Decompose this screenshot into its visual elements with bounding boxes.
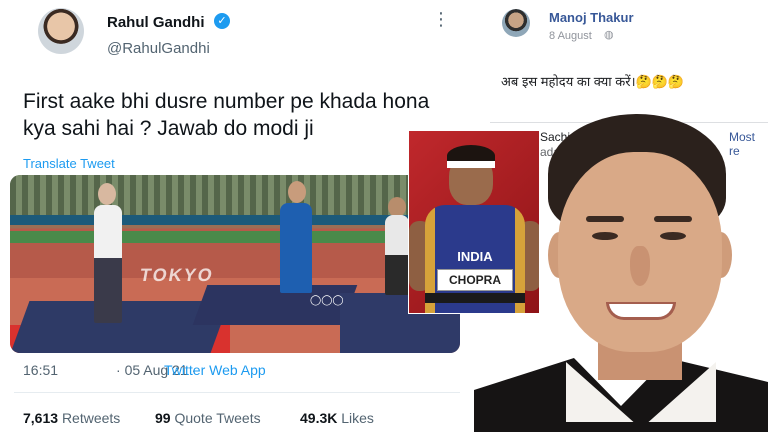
verified-badge-icon: ✓ [214, 13, 230, 29]
portrait-nose [630, 246, 650, 286]
athlete-right-head [388, 197, 406, 217]
portrait-eye-right [660, 232, 686, 240]
facebook-author[interactable]: Manoj Thakur [549, 10, 634, 25]
globe-icon: ◍ [604, 29, 614, 41]
tweet-card: Rahul Gandhi ✓ @RahulGandhi ⋮ First aake… [0, 0, 470, 432]
portrait-smile [606, 302, 676, 320]
likes-stat[interactable]: 49.3K Likes [300, 410, 374, 426]
athlete-right [385, 215, 409, 295]
portrait-brow-right [654, 216, 692, 222]
tweet-time[interactable]: 16:51 [23, 362, 58, 378]
athlete-center [280, 203, 312, 293]
likes-label: Likes [341, 410, 374, 426]
facebook-avatar[interactable] [502, 9, 530, 37]
athlete-center-head [288, 181, 306, 203]
athlete-left [94, 205, 122, 323]
facebook-post-text: अब इस महोदय का क्या करें।🤔🤔🤔 [501, 74, 685, 89]
quote-tweets-stat[interactable]: 99 Quote Tweets [155, 410, 261, 426]
tweet-text: First aake bhi dusre number pe khada hon… [23, 90, 430, 140]
portrait-brow-left [586, 216, 624, 222]
athlete-left-head [98, 183, 116, 205]
facebook-date[interactable]: 8 August [549, 30, 592, 42]
olympic-rings-icon: ◯◯◯ [310, 295, 344, 306]
tweet-source-app[interactable]: Twitter Web App [164, 362, 266, 378]
more-options-icon[interactable]: ⋮ [432, 10, 450, 28]
portrait-eye-left [592, 232, 618, 240]
likes-count: 49.3K [300, 410, 338, 426]
tweet-photo[interactable]: TOKYO ◯◯◯ [10, 175, 460, 353]
quote-tweets-count: 99 [155, 410, 171, 426]
tweet-display-name[interactable]: Rahul Gandhi [107, 14, 205, 31]
photo-tokyo-text: TOKYO [138, 265, 216, 285]
tweet-handle[interactable]: @RahulGandhi [107, 40, 210, 57]
retweets-count: 7,613 [23, 410, 59, 426]
quote-tweets-label: Quote Tweets [174, 410, 261, 426]
portrait-photo [470, 112, 768, 432]
retweets-stat[interactable]: 7,613 Retweets [23, 410, 120, 426]
translate-tweet-link[interactable]: Translate Tweet [23, 156, 115, 171]
divider [14, 392, 460, 393]
tweet-avatar[interactable] [38, 8, 84, 54]
retweets-label: Retweets [61, 410, 121, 426]
